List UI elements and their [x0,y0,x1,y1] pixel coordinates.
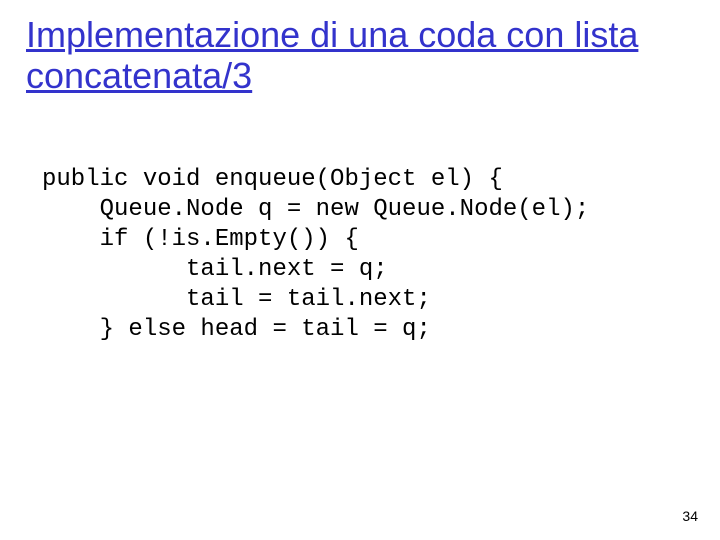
page-number: 34 [682,508,698,524]
code-line-1: public void enqueue(Object el) { [42,166,503,193]
code-line-3: if (!is.Empty()) { [42,226,359,253]
slide: Implementazione di una coda con lista co… [0,0,720,540]
code-line-5: tail = tail.next; [42,286,431,313]
code-block: public void enqueue(Object el) { Queue.N… [42,165,680,345]
code-line-2: Queue.Node q = new Queue.Node(el); [42,196,589,223]
code-line-6: } else head = tail = q; [42,316,431,343]
code-line-4: tail.next = q; [42,256,388,283]
slide-title: Implementazione di una coda con lista co… [26,14,660,97]
